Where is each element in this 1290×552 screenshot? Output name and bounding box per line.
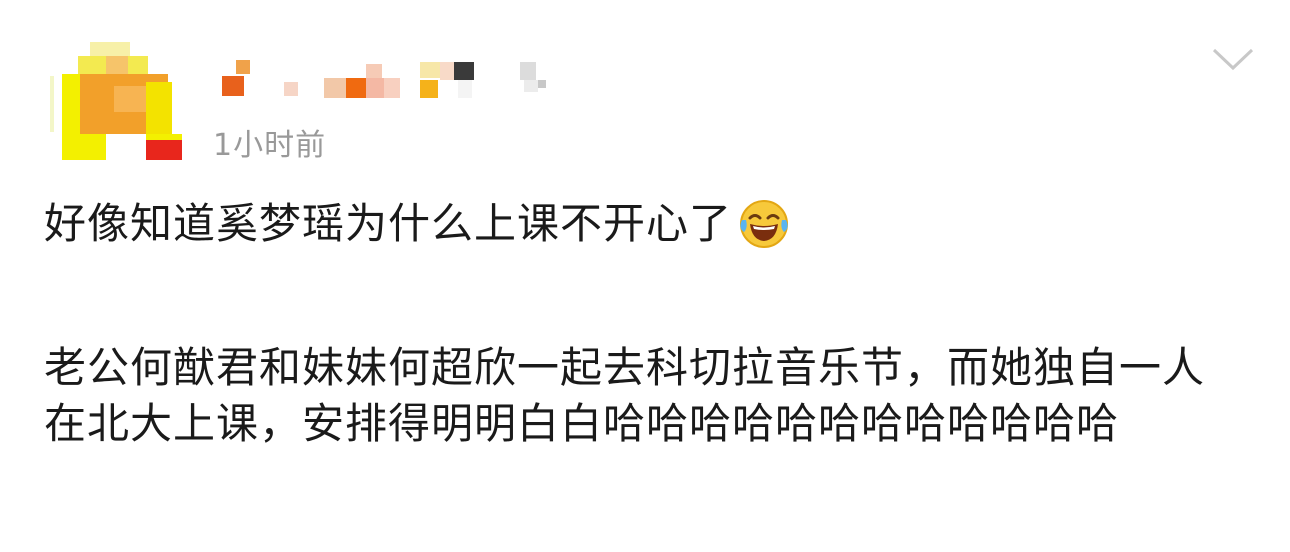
post-text-line1-content: 好像知道奚梦瑶为什么上课不开心了 xyxy=(44,199,733,248)
post-text-paragraph: 老公何猷君和妹妹何超欣一起去科切拉音乐节，而她独自一人在北大上课，安排得明明白白… xyxy=(44,343,1206,448)
post-timestamp: 1小时前 xyxy=(213,128,327,163)
chevron-down-icon xyxy=(1212,48,1254,71)
post-text-line1: 好像知道奚梦瑶为什么上课不开心了 xyxy=(44,198,790,250)
post-menu-button[interactable] xyxy=(1208,42,1258,82)
username-blurred[interactable] xyxy=(212,54,562,104)
weibo-post: 1小时前 好像知道奚梦瑶为什么上课不开心了 老公何猷君和妹妹何超欣一起去科切拉音… xyxy=(0,0,1290,552)
avatar[interactable] xyxy=(50,42,182,162)
laughing-with-tears-emoji-icon xyxy=(738,198,790,250)
